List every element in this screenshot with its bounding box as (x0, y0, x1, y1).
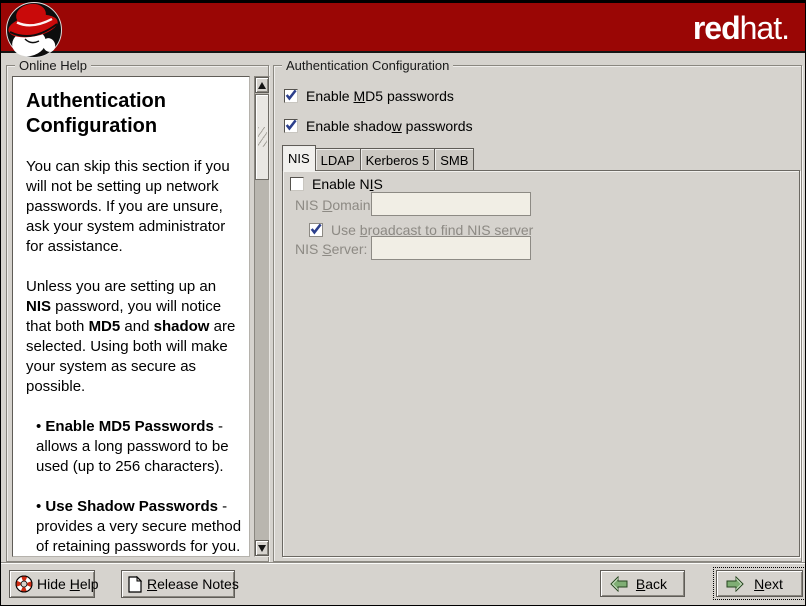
shadow-checkbox-row[interactable]: Enable shadow passwords (284, 118, 473, 134)
footer-separator (1, 562, 805, 564)
shadow-checkbox[interactable] (284, 119, 298, 133)
release-notes-button[interactable]: Release Notes (121, 570, 235, 598)
document-icon (128, 576, 142, 593)
help-paragraph: Unless you are setting up an NIS passwor… (26, 277, 243, 397)
hide-help-button[interactable]: Hide Help (9, 570, 95, 598)
next-button[interactable]: Next (716, 570, 803, 597)
lifebuoy-icon (15, 575, 33, 593)
hide-help-label: Hide Help (37, 576, 99, 592)
tab-kerberos5[interactable]: Kerberos 5 (360, 148, 436, 171)
help-title: Authentication Configuration (26, 89, 243, 139)
scroll-down-button[interactable] (255, 540, 269, 556)
nis-domain-label: NIS Domain: (295, 197, 374, 213)
redhat-wordmark: redhat. (693, 8, 789, 48)
arrow-down-icon (258, 545, 266, 552)
help-bullet-md5: • Enable MD5 Passwords - allows a long p… (26, 417, 243, 477)
md5-checkbox-row[interactable]: Enable MD5 passwords (284, 88, 454, 104)
redhat-wordmark-rest: hat. (740, 10, 789, 46)
next-arrow-icon (726, 576, 744, 592)
shadow-checkbox-label: Enable shadow passwords (306, 118, 473, 134)
redhat-shadowman-icon (5, 1, 63, 61)
broadcast-checkbox[interactable] (309, 223, 323, 237)
arrow-up-icon (258, 82, 266, 89)
checkmark-icon (284, 118, 298, 132)
help-bullet-shadow: • Use Shadow Passwords - provides a very… (26, 497, 243, 557)
tab-ldap[interactable]: LDAP (315, 148, 361, 171)
release-notes-label: Release Notes (147, 576, 239, 592)
enable-nis-checkbox-label: Enable NIS (312, 176, 383, 192)
enable-nis-checkbox[interactable] (290, 177, 304, 191)
back-arrow-icon (610, 576, 628, 592)
checkmark-icon (309, 222, 323, 236)
md5-checkbox[interactable] (284, 89, 298, 103)
md5-checkbox-label: Enable MD5 passwords (306, 88, 454, 104)
enable-nis-checkbox-row[interactable]: Enable NIS (290, 176, 383, 192)
auth-config-frame: Authentication Configuration Enable MD5 … (273, 65, 802, 562)
scroll-up-button[interactable] (255, 77, 269, 93)
nis-server-label: NIS Server: (295, 241, 367, 257)
online-help-frame: Online Help Authentication Configuration… (6, 65, 269, 562)
auth-config-frame-label: Authentication Configuration (282, 58, 453, 73)
tab-nis[interactable]: NIS (282, 145, 316, 171)
nis-domain-input[interactable] (371, 192, 531, 216)
next-button-label: Next (744, 576, 793, 592)
help-paragraph: You can skip this section if you will no… (26, 157, 243, 257)
redhat-wordmark-bold: red (693, 10, 740, 46)
scrollbar-thumb[interactable] (255, 94, 269, 180)
redhat-banner: redhat. (1, 1, 805, 53)
nis-server-input[interactable] (371, 236, 531, 260)
back-button-label: Back (628, 576, 675, 592)
installer-window: redhat. Online Help Authentication Confi… (0, 0, 806, 606)
help-text-area: Authentication Configuration You can ski… (12, 76, 250, 557)
checkmark-icon (284, 88, 298, 102)
auth-tab-bar: NIS LDAP Kerberos 5 SMB (282, 145, 473, 171)
help-scrollbar[interactable] (254, 76, 270, 557)
nis-tab-page: Enable NIS NIS Domain: Use broadcast to … (282, 170, 800, 557)
back-button[interactable]: Back (600, 570, 685, 597)
tab-smb[interactable]: SMB (434, 148, 474, 171)
